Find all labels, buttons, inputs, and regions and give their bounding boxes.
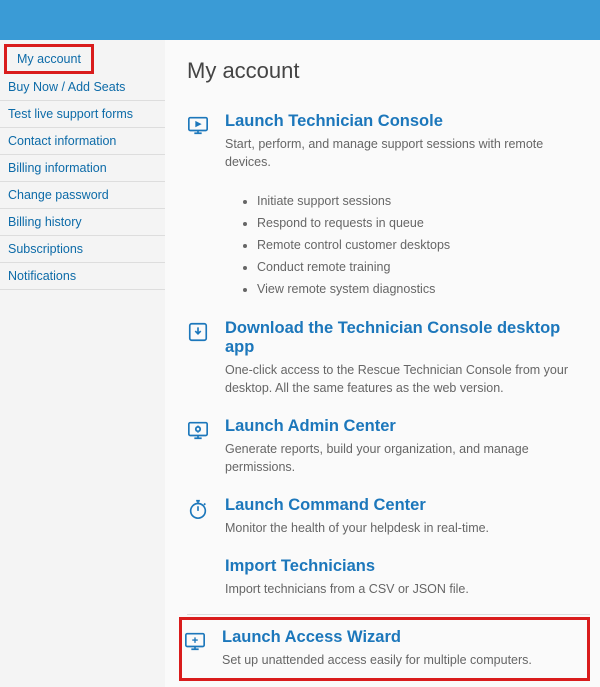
feature-title-link[interactable]: Launch Technician Console bbox=[225, 112, 590, 131]
feature-access-wizard: Launch Access Wizard Set up unattended a… bbox=[184, 628, 579, 669]
feature-title-link[interactable]: Import Technicians bbox=[225, 557, 590, 576]
feature-import-technicians: Import Technicians Import technicians fr… bbox=[187, 557, 590, 598]
feature-bullet-list: Initiate support sessions Respond to req… bbox=[257, 191, 590, 300]
sidebar-item-my-account[interactable]: My account bbox=[7, 47, 91, 71]
highlight-my-account: My account bbox=[4, 44, 94, 74]
feature-body: Launch Admin Center Generate reports, bu… bbox=[225, 417, 590, 476]
monitor-play-icon bbox=[187, 112, 215, 171]
sidebar-item-change-password[interactable]: Change password bbox=[0, 182, 165, 209]
feature-body: Import Technicians Import technicians fr… bbox=[225, 557, 590, 598]
sidebar-item-test-forms[interactable]: Test live support forms bbox=[0, 101, 165, 128]
highlight-access-wizard: Launch Access Wizard Set up unattended a… bbox=[179, 617, 590, 680]
sidebar-item-contact[interactable]: Contact information bbox=[0, 128, 165, 155]
feature-title-link[interactable]: Download the Technician Console desktop … bbox=[225, 319, 590, 357]
layout-container: My account Buy Now / Add Seats Test live… bbox=[0, 40, 600, 687]
sidebar-item-subscriptions[interactable]: Subscriptions bbox=[0, 236, 165, 263]
list-item: Conduct remote training bbox=[257, 257, 590, 279]
feature-launch-tech-console: Launch Technician Console Start, perform… bbox=[187, 112, 590, 171]
feature-admin-center: Launch Admin Center Generate reports, bu… bbox=[187, 417, 590, 476]
feature-body: Launch Technician Console Start, perform… bbox=[225, 112, 590, 171]
top-banner bbox=[0, 0, 600, 40]
sidebar: My account Buy Now / Add Seats Test live… bbox=[0, 40, 165, 687]
gear-monitor-icon bbox=[187, 417, 215, 476]
monitor-wizard-icon bbox=[184, 628, 212, 669]
list-item: Initiate support sessions bbox=[257, 191, 590, 213]
main-content: My account Launch Technician Console Sta… bbox=[165, 40, 600, 687]
list-item: View remote system diagnostics bbox=[257, 279, 590, 301]
list-item: Respond to requests in queue bbox=[257, 213, 590, 235]
feature-desc: Generate reports, build your organizatio… bbox=[225, 440, 590, 476]
feature-desc: Start, perform, and manage support sessi… bbox=[225, 135, 590, 171]
feature-title-link[interactable]: Launch Access Wizard bbox=[222, 628, 579, 647]
feature-desc: Monitor the health of your helpdesk in r… bbox=[225, 519, 590, 537]
sidebar-item-billing-info[interactable]: Billing information bbox=[0, 155, 165, 182]
feature-body: Launch Access Wizard Set up unattended a… bbox=[222, 628, 579, 669]
feature-download-app: Download the Technician Console desktop … bbox=[187, 319, 590, 397]
feature-desc: Set up unattended access easily for mult… bbox=[222, 651, 579, 669]
download-icon bbox=[187, 319, 215, 397]
feature-title-link[interactable]: Launch Admin Center bbox=[225, 417, 590, 436]
feature-body: Launch Command Center Monitor the health… bbox=[225, 496, 590, 537]
divider bbox=[187, 614, 590, 615]
feature-title-link[interactable]: Launch Command Center bbox=[225, 496, 590, 515]
page-title: My account bbox=[187, 58, 590, 84]
sidebar-item-buy-now[interactable]: Buy Now / Add Seats bbox=[0, 74, 165, 101]
list-item: Remote control customer desktops bbox=[257, 235, 590, 257]
feature-command-center: Launch Command Center Monitor the health… bbox=[187, 496, 590, 537]
sidebar-item-notifications[interactable]: Notifications bbox=[0, 263, 165, 290]
sidebar-item-billing-history[interactable]: Billing history bbox=[0, 209, 165, 236]
feature-desc: One-click access to the Rescue Technicia… bbox=[225, 361, 590, 397]
feature-desc: Import technicians from a CSV or JSON fi… bbox=[225, 580, 590, 598]
feature-body: Download the Technician Console desktop … bbox=[225, 319, 590, 397]
stopwatch-icon bbox=[187, 496, 215, 537]
